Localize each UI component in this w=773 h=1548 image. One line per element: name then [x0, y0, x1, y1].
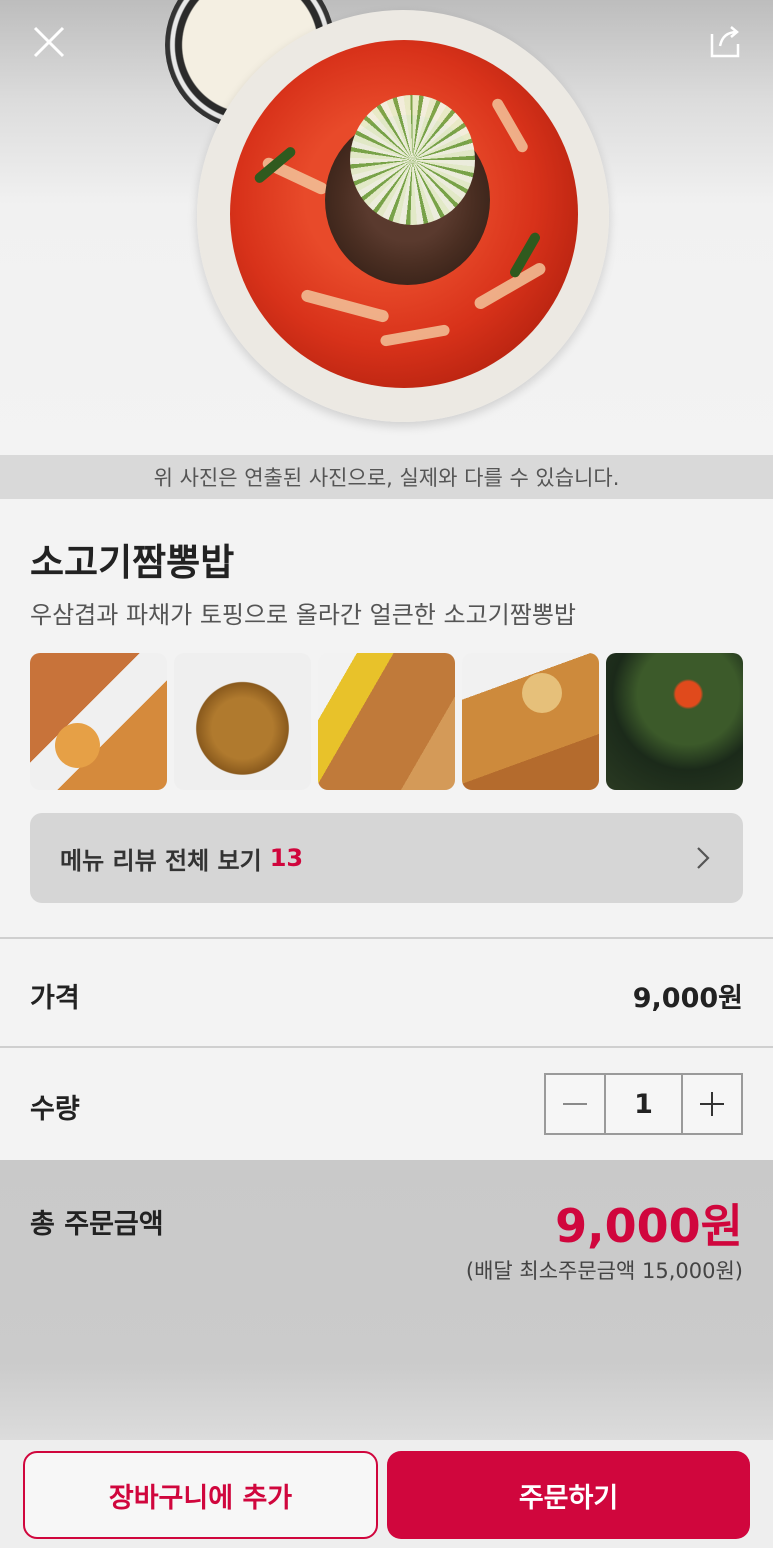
increase-quantity-button[interactable] [683, 1075, 741, 1133]
review-photo-list [30, 653, 743, 790]
divider [0, 1046, 773, 1048]
menu-description: 우삼겹과 파채가 토핑으로 올라간 얼큰한 소고기짬뽕밥 [30, 601, 576, 629]
reviews-label: 메뉴 리뷰 전체 보기 [60, 846, 262, 875]
review-photo-thumbnail[interactable] [30, 653, 167, 790]
menu-title: 소고기짬뽕밥 [30, 541, 235, 584]
close-button[interactable] [27, 20, 71, 64]
quantity-stepper: 1 [544, 1073, 743, 1135]
photo-disclaimer: 위 사진은 연출된 사진으로, 실제와 다를 수 있습니다. [0, 455, 773, 499]
view-all-reviews-button[interactable]: 메뉴 리뷰 전체 보기 13 [30, 813, 743, 903]
quantity-value: 1 [604, 1075, 683, 1133]
green-onion-topping-image [350, 95, 475, 225]
total-label: 총 주문금액 [30, 1209, 164, 1240]
quantity-label: 수량 [30, 1094, 80, 1125]
order-button[interactable]: 주문하기 [387, 1451, 750, 1539]
add-to-cart-button[interactable]: 장바구니에 추가 [23, 1451, 378, 1539]
review-count: 13 [269, 844, 304, 872]
minus-icon [563, 1103, 587, 1105]
share-button[interactable] [702, 20, 746, 64]
review-photo-thumbnail[interactable] [462, 653, 599, 790]
decrease-quantity-button[interactable] [546, 1075, 604, 1133]
divider [0, 937, 773, 939]
total-value: 9,000원 [555, 1199, 743, 1253]
price-label: 가격 [30, 983, 80, 1014]
minimum-order-note: (배달 최소주문금액 15,000원) [465, 1259, 743, 1283]
price-value: 9,000원 [632, 983, 743, 1014]
plus-icon [700, 1092, 724, 1116]
review-photo-thumbnail[interactable] [174, 653, 311, 790]
bottom-action-bar: 장바구니에 추가 주문하기 [0, 1440, 773, 1548]
hero-image [0, 0, 773, 455]
order-total-section: 총 주문금액 9,000원 (배달 최소주문금액 15,000원) [0, 1160, 773, 1450]
close-icon [33, 26, 65, 58]
review-photo-thumbnail[interactable] [318, 653, 455, 790]
chevron-right-icon [697, 847, 710, 869]
share-icon [710, 26, 740, 58]
review-photo-thumbnail[interactable] [606, 653, 743, 790]
